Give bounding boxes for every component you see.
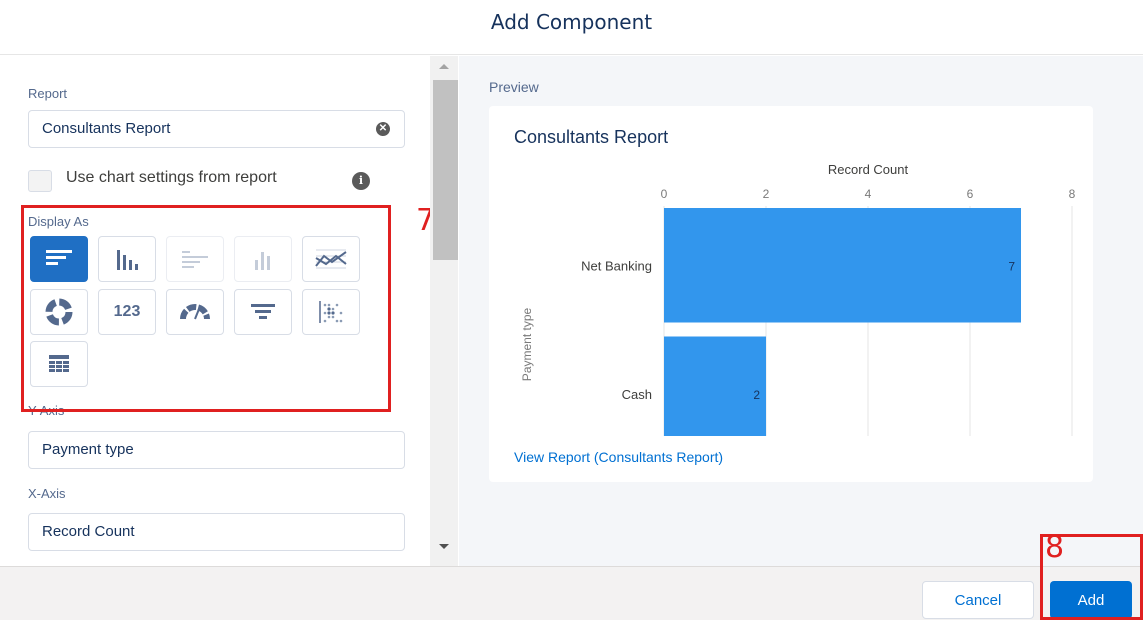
- data-label: 7: [1008, 259, 1015, 273]
- preview-card: Consultants Report Record Count 0 2 4 6 8 Paym…: [489, 106, 1093, 482]
- y-tick-label: Net Banking: [581, 258, 652, 273]
- preview-panel: Preview Consultants Report Record Count 0…: [459, 56, 1143, 566]
- cancel-button[interactable]: Cancel: [922, 581, 1034, 619]
- settings-scrollbar[interactable]: [430, 56, 458, 566]
- preview-label: Preview: [489, 79, 539, 95]
- x-tick-label: 0: [661, 187, 668, 201]
- data-label: 2: [753, 388, 760, 402]
- modal-footer: Cancel Add: [0, 566, 1143, 620]
- x-tick-label: 2: [763, 187, 770, 201]
- scroll-down-icon[interactable]: [439, 544, 449, 549]
- y-axis-title: Payment type: [520, 307, 534, 381]
- display-as-highlight: [21, 205, 391, 412]
- step-8-annotation: 8: [1045, 530, 1065, 565]
- y-tick-label: Cash: [622, 387, 652, 402]
- bar: [664, 208, 1021, 323]
- component-settings-panel: Report Consultants Report ✕ Use chart se…: [8, 56, 428, 566]
- use-chart-settings-checkbox[interactable]: [28, 170, 52, 192]
- info-icon[interactable]: i: [352, 172, 370, 190]
- y-axis-value: Payment type: [42, 441, 134, 458]
- bar-chart: Record Count 0 2 4 6 8 Payment type Net Banking…: [520, 162, 1076, 436]
- y-axis-field[interactable]: Payment type: [28, 431, 405, 469]
- x-axis-title: Record Count: [828, 162, 909, 177]
- view-report-link[interactable]: View Report (Consultants Report): [514, 449, 723, 465]
- report-field[interactable]: Consultants Report ✕: [28, 110, 405, 148]
- x-tick-label: 8: [1069, 187, 1076, 201]
- x-axis-value: Record Count: [42, 523, 135, 540]
- x-tick-label: 4: [865, 187, 872, 201]
- x-axis-label: X-Axis: [28, 486, 66, 501]
- bar: [664, 336, 766, 436]
- x-tick-label: 6: [967, 187, 974, 201]
- clear-icon[interactable]: ✕: [376, 122, 390, 136]
- scroll-up-icon[interactable]: [439, 64, 449, 69]
- scroll-thumb[interactable]: [433, 80, 458, 260]
- use-chart-settings-label: Use chart settings from report: [66, 169, 277, 186]
- report-label: Report: [28, 86, 68, 101]
- report-value: Consultants Report: [42, 120, 171, 137]
- x-axis-field[interactable]: Record Count: [28, 513, 405, 551]
- modal-title: Add Component: [0, 0, 1143, 55]
